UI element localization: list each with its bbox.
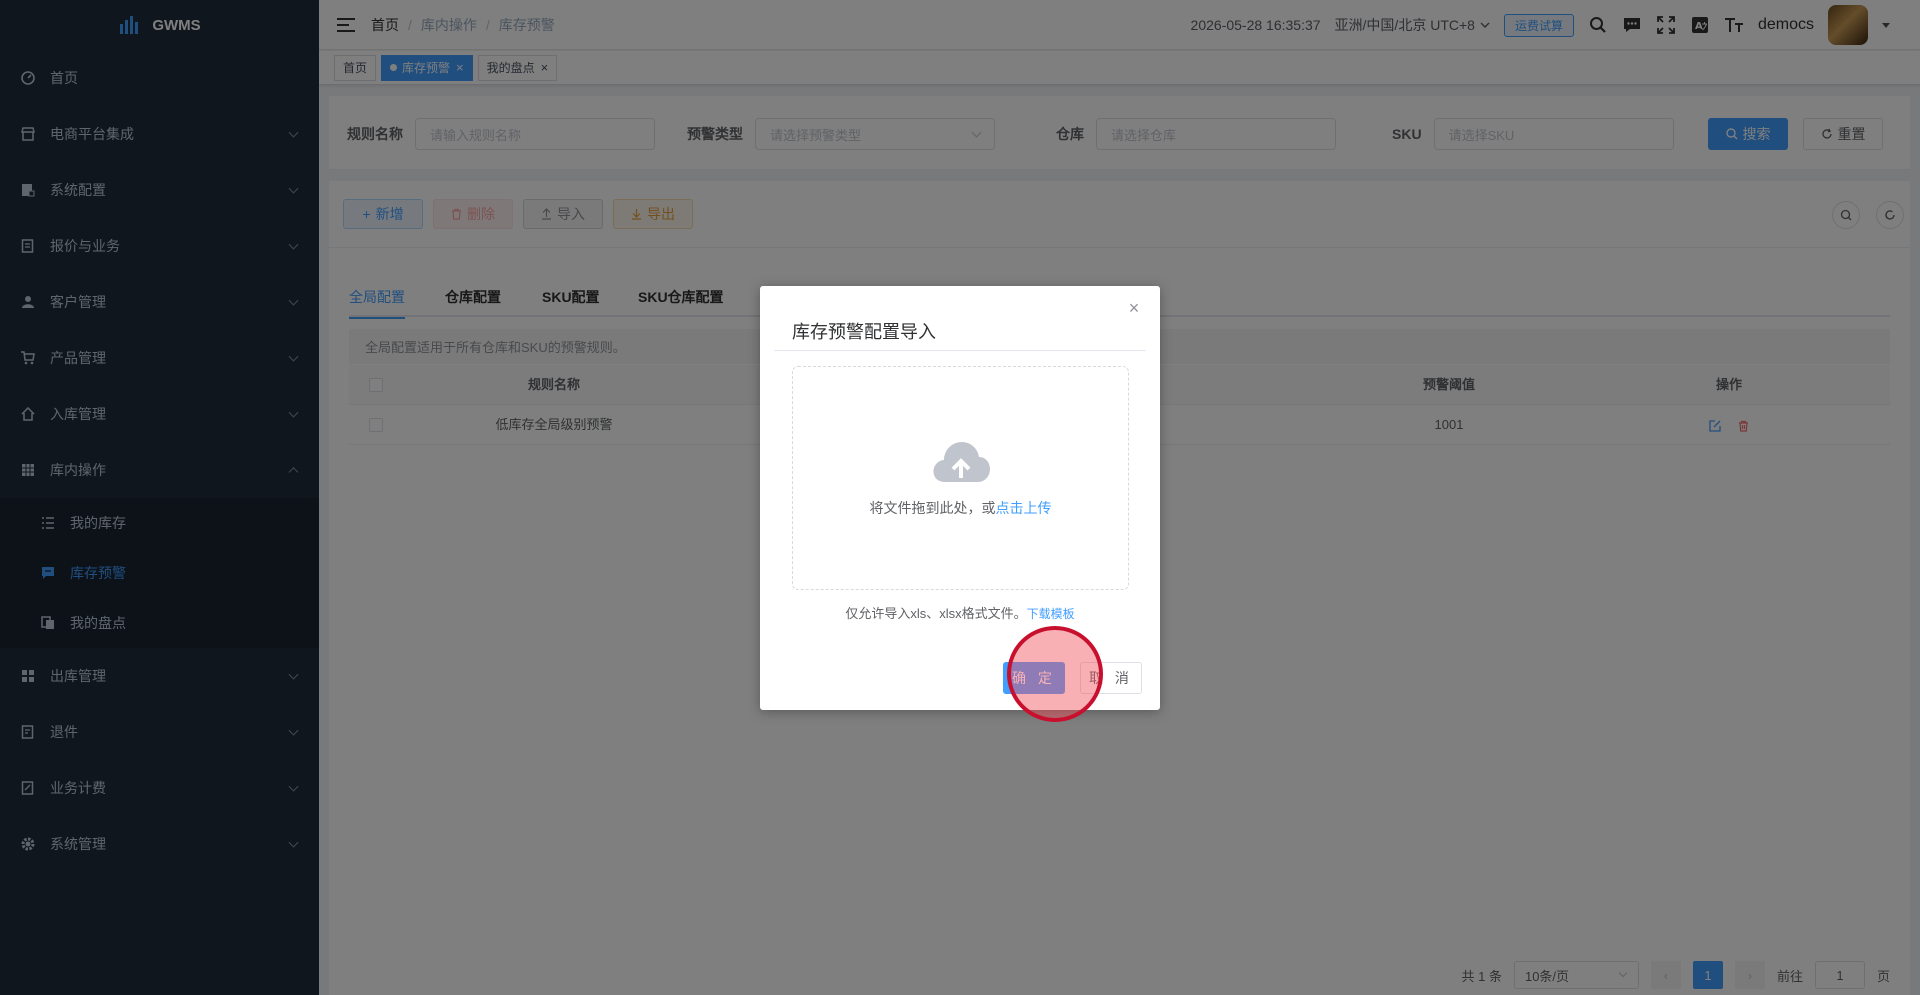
cloud-upload-icon: [932, 442, 990, 482]
upload-tip: 仅允许导入xls、xlsx格式文件。下载模板: [760, 603, 1160, 622]
close-icon[interactable]: ×: [1126, 299, 1142, 317]
dialog-divider: [774, 350, 1146, 351]
dialog-title: 库存预警配置导入: [792, 322, 936, 342]
click-upload-link[interactable]: 点击上传: [996, 500, 1052, 516]
download-template-link[interactable]: 下载模板: [1027, 607, 1075, 621]
upload-tip-text: 仅允许导入xls、xlsx格式文件。: [845, 606, 1027, 621]
import-dialog: 库存预警配置导入 × 将文件拖到此处，或点击上传 仅允许导入xls、xlsx格式…: [760, 286, 1160, 710]
upload-text: 将文件拖到此处，或点击上传: [870, 498, 1052, 518]
drop-text: 将文件拖到此处，或: [869, 500, 996, 516]
click-indicator: [1007, 626, 1103, 722]
upload-dropzone[interactable]: 将文件拖到此处，或点击上传: [792, 366, 1129, 590]
